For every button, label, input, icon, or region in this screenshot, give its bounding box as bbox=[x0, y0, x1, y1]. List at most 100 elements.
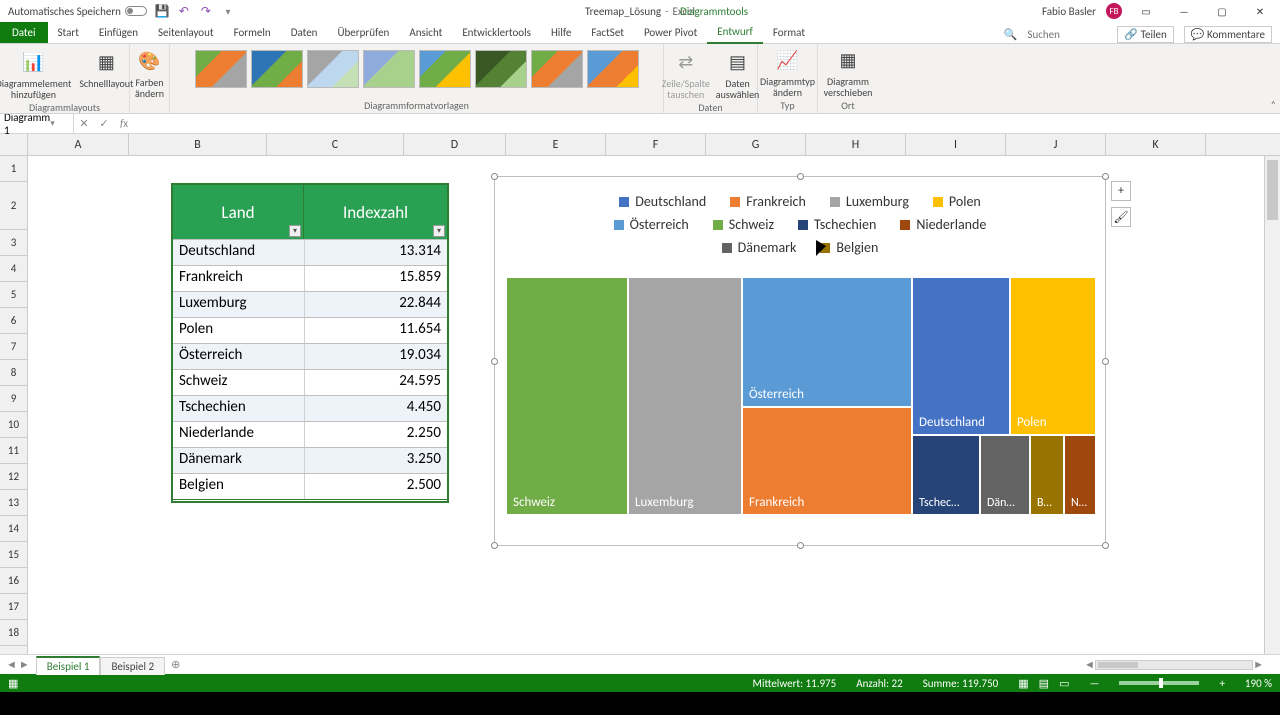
change-chart-type-button[interactable]: 📈 Diagrammtyp ändern bbox=[758, 46, 817, 98]
tile-schweiz[interactable]: Schweiz bbox=[507, 278, 627, 514]
col-header[interactable]: K bbox=[1106, 134, 1206, 155]
row-header[interactable]: 8 bbox=[0, 360, 27, 386]
move-chart-button[interactable]: ▦ Diagramm verschieben bbox=[822, 46, 875, 98]
row-header[interactable]: 10 bbox=[0, 412, 27, 438]
tab-pagelayout[interactable]: Seitenlayout bbox=[148, 22, 224, 43]
resize-handle[interactable] bbox=[491, 542, 498, 549]
row-header[interactable]: 17 bbox=[0, 594, 27, 620]
col-header[interactable]: F bbox=[606, 134, 706, 155]
cell[interactable]: Deutschland bbox=[173, 240, 305, 265]
tile-frankreich[interactable]: Frankreich bbox=[743, 408, 911, 514]
comments-button[interactable]: 💬 Kommentare bbox=[1184, 26, 1272, 43]
file-tab[interactable]: Datei bbox=[0, 21, 48, 43]
tab-help[interactable]: Hilfe bbox=[541, 22, 581, 43]
cell[interactable]: Luxemburg bbox=[173, 292, 305, 317]
tile-niederlande[interactable]: N… bbox=[1065, 436, 1095, 514]
treemap-plot-area[interactable]: Schweiz Luxemburg Österreich Frankreich … bbox=[507, 278, 1093, 514]
filter-icon[interactable]: ▾ bbox=[433, 225, 445, 237]
cell[interactable]: 11.654 bbox=[305, 318, 447, 343]
redo-icon[interactable]: ↷ bbox=[199, 4, 213, 18]
tab-review[interactable]: Überprüfen bbox=[327, 22, 399, 43]
col-header-index[interactable]: Indexzahl▾ bbox=[304, 185, 447, 239]
collapse-ribbon-icon[interactable]: ˄ bbox=[1271, 98, 1276, 111]
next-sheet-icon[interactable]: ► bbox=[19, 658, 30, 671]
resize-handle[interactable] bbox=[491, 173, 498, 180]
style-2[interactable] bbox=[251, 50, 303, 88]
cell[interactable]: Schweiz bbox=[173, 370, 305, 395]
col-header[interactable]: B bbox=[129, 134, 267, 155]
tab-formulas[interactable]: Formeln bbox=[224, 22, 281, 43]
user-name[interactable]: Fabio Basler bbox=[1042, 5, 1096, 18]
view-pagebreak-icon[interactable]: ▭ bbox=[1059, 677, 1069, 690]
sheet-tab-beispiel2[interactable]: Beispiel 2 bbox=[100, 657, 165, 675]
minimize-icon[interactable]: — bbox=[1170, 1, 1198, 21]
quick-layout-button[interactable]: ▦ Schnelllayout bbox=[77, 48, 135, 89]
autosave-toggle[interactable]: Automatisches Speichern bbox=[8, 5, 147, 18]
select-data-button[interactable]: ▤ Daten auswählen bbox=[714, 48, 762, 100]
style-6[interactable] bbox=[475, 50, 527, 88]
tile-tschechien[interactable]: Tschec… bbox=[913, 436, 979, 514]
cell[interactable]: Dänemark bbox=[173, 448, 305, 473]
horizontal-scrollbar[interactable]: ◄► bbox=[1084, 658, 1264, 672]
tile-polen[interactable]: Polen bbox=[1011, 278, 1095, 434]
vertical-scrollbar[interactable] bbox=[1264, 156, 1280, 654]
mode-icon[interactable]: ▦ bbox=[8, 677, 18, 690]
row-header[interactable]: 1 bbox=[0, 156, 27, 182]
name-box[interactable]: Diagramm 1▾ bbox=[0, 111, 74, 137]
col-header[interactable]: G bbox=[706, 134, 806, 155]
chart-legend[interactable]: Deutschland Frankreich Luxemburg Polen Ö… bbox=[495, 177, 1105, 272]
tab-developer[interactable]: Entwicklertools bbox=[452, 22, 541, 43]
cell[interactable]: 4.450 bbox=[305, 396, 447, 421]
tile-oesterreich[interactable]: Österreich bbox=[743, 278, 911, 406]
tab-data[interactable]: Daten bbox=[281, 22, 328, 43]
cell[interactable]: 13.314 bbox=[305, 240, 447, 265]
close-icon[interactable]: ✕ bbox=[1246, 1, 1274, 21]
tab-powerpivot[interactable]: Power Pivot bbox=[634, 22, 707, 43]
col-header-land[interactable]: Land▾ bbox=[173, 185, 304, 239]
col-header[interactable]: J bbox=[1006, 134, 1106, 155]
cell[interactable]: Österreich bbox=[173, 344, 305, 369]
cell[interactable]: 2.250 bbox=[305, 422, 447, 447]
chart-styles-gallery[interactable] bbox=[195, 46, 639, 88]
change-colors-button[interactable]: 🎨 Farben ändern bbox=[133, 46, 166, 100]
row-header[interactable]: 15 bbox=[0, 542, 27, 568]
treemap-chart[interactable]: + 🖌 Deutschland Frankreich Luxemburg Pol… bbox=[494, 176, 1106, 546]
resize-handle[interactable] bbox=[1102, 358, 1109, 365]
tab-format[interactable]: Format bbox=[763, 22, 815, 43]
cell[interactable]: Tschechien bbox=[173, 396, 305, 421]
cell[interactable]: Belgien bbox=[173, 474, 305, 499]
cell[interactable]: 15.859 bbox=[305, 266, 447, 291]
row-header[interactable]: 16 bbox=[0, 568, 27, 594]
fx-icon[interactable]: fx bbox=[114, 117, 134, 130]
style-1[interactable] bbox=[195, 50, 247, 88]
cell[interactable]: 2.500 bbox=[305, 474, 447, 499]
row-header[interactable]: 12 bbox=[0, 464, 27, 490]
cell[interactable]: Niederlande bbox=[173, 422, 305, 447]
sheet-tab-beispiel1[interactable]: Beispiel 1 bbox=[36, 656, 101, 675]
cell[interactable]: Polen bbox=[173, 318, 305, 343]
search-input[interactable] bbox=[1027, 28, 1107, 41]
tab-insert[interactable]: Einfügen bbox=[89, 22, 148, 43]
style-3[interactable] bbox=[307, 50, 359, 88]
cell[interactable]: Frankreich bbox=[173, 266, 305, 291]
qat-dropdown-icon[interactable]: ▾ bbox=[221, 4, 235, 18]
resize-handle[interactable] bbox=[797, 542, 804, 549]
ribbon-options-icon[interactable]: ▭ bbox=[1132, 1, 1160, 21]
share-button[interactable]: 🔗 Teilen bbox=[1117, 26, 1173, 43]
undo-icon[interactable]: ↶ bbox=[177, 4, 191, 18]
tile-belgien[interactable]: B… bbox=[1031, 436, 1063, 514]
row-header[interactable]: 6 bbox=[0, 308, 27, 334]
col-header[interactable]: I bbox=[906, 134, 1006, 155]
add-sheet-icon[interactable]: ⊕ bbox=[165, 658, 186, 671]
row-header[interactable]: 2 bbox=[0, 182, 27, 230]
row-header[interactable]: 13 bbox=[0, 490, 27, 516]
tile-deutschland[interactable]: Deutschland bbox=[913, 278, 1009, 434]
zoom-out-icon[interactable]: — bbox=[1089, 677, 1099, 690]
resize-handle[interactable] bbox=[1102, 542, 1109, 549]
prev-sheet-icon[interactable]: ◄ bbox=[6, 658, 17, 671]
toggle-switch[interactable] bbox=[125, 6, 147, 16]
cell[interactable]: 3.250 bbox=[305, 448, 447, 473]
style-8[interactable] bbox=[587, 50, 639, 88]
resize-handle[interactable] bbox=[1102, 173, 1109, 180]
chart-styles-button[interactable]: 🖌 bbox=[1111, 207, 1131, 227]
